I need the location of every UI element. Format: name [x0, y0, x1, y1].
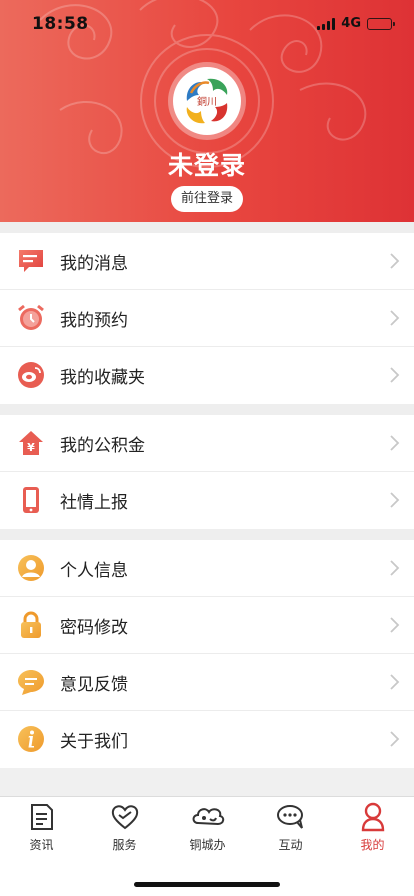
menu-item-label: 我的公积金	[60, 435, 145, 456]
news-icon	[30, 804, 53, 830]
menu-item-my-messages[interactable]: 我的消息	[0, 233, 414, 290]
cloud-icon	[192, 808, 224, 826]
menu-item-label: 个人信息	[60, 560, 128, 581]
tab-label: 铜城办	[189, 838, 226, 852]
menu-item-housing-fund[interactable]: ¥ 我的公积金	[0, 415, 414, 472]
heart-icon	[111, 805, 138, 830]
svg-text:¥: ¥	[27, 441, 35, 454]
status-bar: 18:58 4G	[0, 0, 414, 48]
tab-mine[interactable]: 我的	[331, 801, 414, 853]
phone-icon	[16, 485, 46, 515]
info-icon	[16, 724, 46, 754]
tab-news[interactable]: 资讯	[0, 801, 83, 853]
tab-services[interactable]: 服务	[83, 801, 166, 853]
chevron-right-icon	[390, 435, 400, 451]
svg-text:銅川: 銅川	[197, 95, 217, 108]
menu-item-label: 社情上报	[60, 493, 128, 513]
user-icon	[16, 553, 46, 583]
chevron-right-icon	[390, 253, 400, 269]
chevron-right-icon	[390, 367, 400, 383]
tab-tongcheng[interactable]: 铜城办	[166, 801, 249, 853]
tab-interaction[interactable]: 互动	[249, 801, 332, 853]
chevron-right-icon	[390, 731, 400, 747]
menu-item-label: 我的预约	[60, 310, 128, 331]
signal-icon	[317, 17, 336, 30]
divider	[0, 222, 414, 233]
tab-bar: 资讯 服务 铜城办 互动 我的	[0, 796, 414, 896]
menu-item-label: 意见反馈	[60, 674, 128, 695]
chevron-right-icon	[390, 310, 400, 326]
tab-label: 互动	[278, 838, 303, 852]
status-time: 18:58	[32, 14, 89, 34]
avatar[interactable]: 銅川	[168, 62, 246, 140]
menu-item-label: 关于我们	[60, 732, 128, 752]
menu-item-my-favorites[interactable]: 我的收藏夹	[0, 347, 414, 404]
weibo-icon	[16, 360, 46, 390]
alarm-clock-icon	[16, 303, 46, 333]
menu-item-change-password[interactable]: 密码修改	[0, 597, 414, 654]
menu-item-my-appointments[interactable]: 我的预约	[0, 290, 414, 347]
home-indicator[interactable]	[134, 882, 280, 887]
divider	[0, 404, 414, 415]
network-type: 4G	[341, 16, 361, 31]
divider	[0, 529, 414, 540]
housing-fund-icon: ¥	[16, 428, 46, 458]
menu-item-label: 我的收藏夹	[60, 368, 145, 388]
profile-icon	[361, 802, 384, 832]
battery-icon	[367, 17, 395, 30]
settings-menu: 我的消息 我的预约 我的收藏夹 ¥ 我的公积金 社情上报 个人信息 密码修改 意…	[0, 222, 414, 768]
feedback-icon	[16, 667, 46, 697]
chevron-right-icon	[390, 617, 400, 633]
tab-label: 我的	[360, 838, 385, 852]
lock-icon	[16, 610, 46, 640]
username: 未登录	[167, 151, 246, 180]
chevron-right-icon	[390, 492, 400, 508]
chat-icon	[276, 805, 303, 829]
chevron-right-icon	[390, 560, 400, 576]
menu-item-feedback[interactable]: 意见反馈	[0, 654, 414, 711]
menu-item-personal-info[interactable]: 个人信息	[0, 540, 414, 597]
menu-item-label: 密码修改	[60, 617, 128, 638]
menu-item-about-us[interactable]: 关于我们	[0, 711, 414, 768]
menu-item-social-report[interactable]: 社情上报	[0, 472, 414, 529]
profile-header: 18:58 4G 銅川 未登录 前往登录	[0, 0, 414, 222]
tab-label: 资讯	[29, 838, 54, 852]
menu-item-label: 我的消息	[60, 253, 128, 274]
message-icon	[16, 246, 46, 276]
login-button[interactable]: 前往登录	[171, 186, 243, 212]
tab-label: 服务	[112, 838, 137, 852]
chevron-right-icon	[390, 674, 400, 690]
tongchuan-logo-icon: 銅川	[173, 67, 241, 135]
